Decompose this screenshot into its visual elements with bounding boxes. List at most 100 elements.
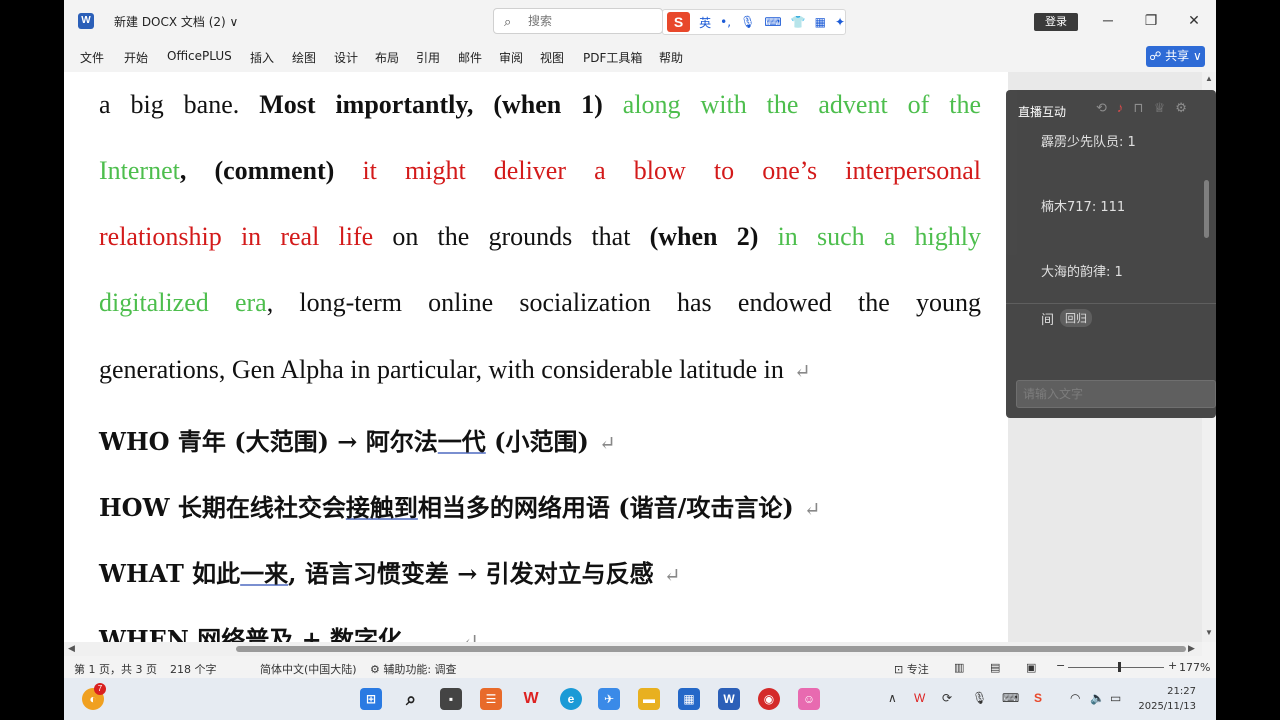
notes-app-icon[interactable]: ☰ (480, 688, 502, 710)
tab-mailings[interactable]: 邮件 (458, 49, 482, 66)
doc-line-4[interactable]: digitalized era, long-term online social… (99, 288, 981, 318)
doc-line-what[interactable]: WHAT 如此一来, 语言习惯变差 → 引发对立与反感 ↵ (99, 554, 680, 589)
read-mode-icon[interactable]: ▥ (954, 661, 964, 674)
wps-tray-icon[interactable]: W (914, 691, 925, 705)
scroll-down-arrow-icon[interactable]: ▼ (1205, 628, 1213, 637)
zoom-slider[interactable] (1068, 667, 1164, 668)
doc-line-5[interactable]: generations, Gen Alpha in particular, wi… (99, 355, 811, 385)
tab-design[interactable]: 设计 (334, 49, 358, 66)
tab-home[interactable]: 开始 (124, 49, 148, 66)
sync-tray-icon[interactable]: ⟳ (942, 691, 952, 705)
scroll-right-arrow-icon[interactable]: ▶ (1188, 643, 1195, 654)
feishu-app-icon[interactable]: ✈ (598, 688, 620, 710)
bell-icon[interactable]: ♪ (1117, 100, 1134, 115)
refresh-icon[interactable]: ⟲ (1096, 100, 1117, 115)
tab-view[interactable]: 视图 (540, 49, 564, 66)
word-count[interactable]: 218 个字 (170, 661, 217, 677)
language-status[interactable]: 简体中文(中国大陆) (260, 661, 357, 677)
page-count[interactable]: 第 1 页，共 3 页 (74, 661, 157, 677)
tab-officeplus[interactable]: OfficePLUS (167, 49, 232, 63)
ime-language-toggle[interactable]: 英 (699, 14, 711, 31)
clock-time: 21:27 (1167, 686, 1196, 697)
punctuation-icon[interactable]: •, (720, 15, 731, 29)
close-button[interactable]: ✕ (1184, 12, 1204, 29)
text-run-bold: Most importantly, (when 1) (259, 90, 603, 119)
scroll-up-arrow-icon[interactable]: ▲ (1205, 74, 1213, 83)
text-run: WHAT 如此 (99, 559, 241, 588)
netease-music-icon[interactable]: ◉ (758, 688, 780, 710)
live-comment: 霹雳少先队员: 1 (1041, 135, 1136, 150)
live-comment-input[interactable] (1016, 380, 1216, 408)
search-input[interactable] (528, 13, 648, 29)
restore-button[interactable]: ❐ (1141, 12, 1161, 29)
skin-icon[interactable]: 👕 (791, 15, 806, 29)
volume-icon[interactable]: 🔈 (1090, 691, 1105, 705)
login-button[interactable]: 登录 (1034, 13, 1078, 31)
zoom-slider-thumb[interactable] (1118, 662, 1121, 672)
tab-review[interactable]: 审阅 (499, 49, 523, 66)
lock-icon[interactable]: ⊓ (1133, 100, 1153, 115)
settings-icon[interactable]: ⚙ (1175, 100, 1197, 115)
text-run-green: Internet (99, 156, 180, 185)
taskbar-clock[interactable]: 21:27 2025/11/13 (1132, 684, 1196, 714)
return-button[interactable]: 回归 (1060, 309, 1092, 327)
zoom-level[interactable]: 177% (1179, 661, 1210, 674)
live-interaction-panel[interactable]: 直播互动 ⟲♪⊓♕⚙ 霹雳少先队员: 1 楠木717: 111 大海的韵律: 1… (1006, 90, 1216, 418)
tab-insert[interactable]: 插入 (250, 49, 274, 66)
task-view-icon[interactable]: ▪ (440, 688, 462, 710)
document-page[interactable]: a big bane. Most importantly, (when 1) a… (64, 72, 1008, 642)
tab-draw[interactable]: 绘图 (292, 49, 316, 66)
microphone-tray-icon[interactable]: 🎙 (972, 691, 987, 705)
show-hidden-icons-chevron-icon[interactable]: ∧ (888, 691, 897, 705)
doc-line-how[interactable]: HOW 长期在线社交会接触到相当多的网络用语 (谐音/攻击言论) ↵ (99, 488, 821, 523)
doc-line-when[interactable]: WHEN 网络普及 + 数字化 ↵ (99, 620, 479, 642)
share-button[interactable]: ☍ 共享 ∨ (1146, 46, 1205, 67)
text-run-green: in such a highly (758, 222, 981, 251)
store-app-icon[interactable]: ▦ (678, 688, 700, 710)
web-layout-icon[interactable]: ▣ (1026, 661, 1036, 674)
toolbox-icon[interactable]: ▦ (815, 15, 826, 29)
trophy-icon[interactable]: ♕ (1154, 100, 1176, 115)
focus-mode-button[interactable]: ⊡ 专注 (894, 661, 929, 677)
tab-references[interactable]: 引用 (416, 49, 440, 66)
scroll-left-arrow-icon[interactable]: ◀ (68, 643, 75, 654)
battery-icon[interactable]: ▭ (1110, 691, 1121, 705)
zoom-in-button[interactable]: + (1168, 659, 1177, 672)
zoom-out-button[interactable]: − (1056, 659, 1065, 672)
tab-file[interactable]: 文件 (80, 49, 104, 66)
sogou-logo-icon[interactable]: S (667, 12, 691, 32)
print-layout-icon[interactable]: ▤ (990, 661, 1000, 674)
text-run-red: it might deliver a blow to one’s interpe… (334, 156, 981, 185)
search-icon: ⌕ (504, 14, 512, 29)
text-run-underlined: 一代 (437, 427, 486, 456)
search-taskbar-icon[interactable]: ⌕ (400, 688, 422, 710)
doc-line-who[interactable]: WHO 青年 (大范围) → 阿尔法一代 (小范围) ↵ (99, 422, 616, 457)
wifi-icon[interactable]: ◠ (1070, 691, 1080, 705)
ime-toolbar[interactable]: S 英 •, 🎙 ⌨ 👕 ▦ ✦ (662, 9, 846, 35)
accessibility-status[interactable]: ⚙ 辅助功能: 调查 (370, 661, 457, 677)
doc-line-1[interactable]: a big bane. Most importantly, (when 1) a… (99, 90, 981, 120)
keyboard-tray-icon[interactable]: ⌨ (1002, 691, 1019, 705)
wps-app-icon[interactable]: W (520, 688, 542, 710)
bilibili-icon[interactable]: ☺ (798, 688, 820, 710)
doc-line-3[interactable]: relationship in real life on the grounds… (99, 222, 981, 252)
doc-line-2[interactable]: Internet, (comment) it might deliver a b… (99, 156, 981, 186)
edge-browser-icon[interactable]: e (560, 688, 582, 710)
live-panel-scrollbar[interactable] (1204, 180, 1209, 238)
tab-pdf-toolbox[interactable]: PDF工具箱 (583, 49, 642, 66)
microphone-icon[interactable]: 🎙 (740, 15, 755, 29)
tab-layout[interactable]: 布局 (375, 49, 399, 66)
keyboard-icon[interactable]: ⌨ (764, 15, 781, 29)
file-explorer-icon[interactable]: ▬ (638, 688, 660, 710)
minimize-button[interactable]: ─ (1098, 12, 1118, 28)
horizontal-scrollbar[interactable]: ◀ ▶ (64, 642, 1202, 656)
horizontal-scroll-thumb[interactable] (236, 646, 1186, 652)
word-taskbar-icon[interactable]: W (718, 688, 740, 710)
start-icon[interactable]: ⊞ (360, 688, 382, 710)
ime-extra-icon[interactable]: ✦ (835, 15, 845, 29)
tab-help[interactable]: 帮助 (659, 49, 683, 66)
text-run-green: along with the advent of the (602, 90, 981, 119)
document-title[interactable]: 新建 DOCX 文档 (2) ∨ (114, 13, 238, 30)
search-box[interactable]: ⌕ (493, 8, 663, 34)
sogou-tray-icon[interactable]: S (1034, 691, 1042, 705)
